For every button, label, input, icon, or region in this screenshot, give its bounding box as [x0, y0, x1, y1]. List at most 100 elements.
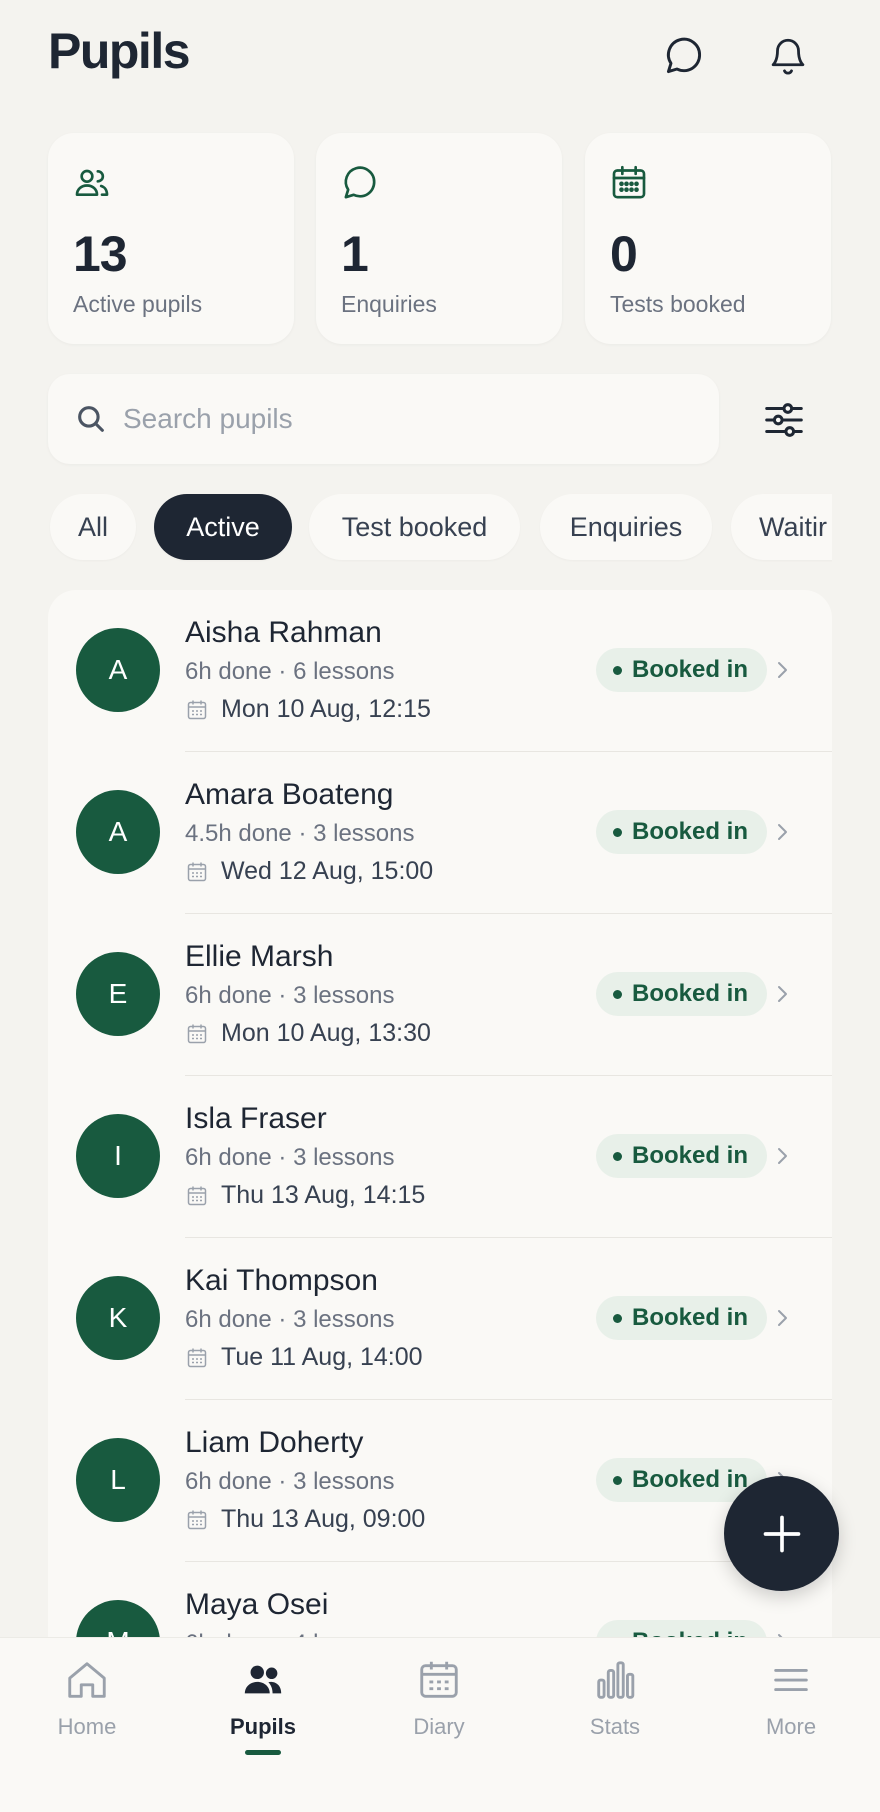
- pupil-progress: 6h done · 3 lessons: [185, 982, 395, 1009]
- nav-item-diary[interactable]: Diary: [369, 1656, 509, 1766]
- calendar-icon: [187, 862, 207, 881]
- chevron-right-icon: [778, 1310, 787, 1326]
- header: Pupils: [0, 0, 880, 120]
- next-lesson: Mon 10 Aug, 12:15: [185, 695, 431, 724]
- stat-value: 0: [610, 226, 638, 282]
- status-text: Booked in: [632, 656, 749, 683]
- status-badge: Booked in: [596, 810, 768, 854]
- status-badge: Booked in: [596, 1296, 768, 1340]
- status-dot: [613, 666, 622, 675]
- calendar-icon: [187, 700, 207, 719]
- avatar: A: [76, 790, 160, 874]
- next-lesson-time: Mon 10 Aug, 12:15: [221, 695, 431, 723]
- calendar-icon: [612, 165, 646, 199]
- people-icon: [75, 169, 109, 196]
- status-text: Booked in: [632, 1466, 749, 1493]
- status-badge: Booked in: [596, 972, 768, 1016]
- nav-item-pupils[interactable]: Pupils: [193, 1656, 333, 1766]
- chevron-right-icon: [778, 662, 787, 678]
- next-lesson-time: Mon 10 Aug, 13:30: [221, 1019, 431, 1047]
- nav-item-home[interactable]: Home: [17, 1656, 157, 1766]
- calendar-icon: [187, 1024, 207, 1043]
- messages-button[interactable]: [656, 28, 712, 84]
- notifications-button[interactable]: [760, 28, 816, 84]
- status-text: Booked in: [632, 1142, 749, 1169]
- search-icon: [78, 406, 104, 432]
- nav-label: Stats: [589, 1714, 641, 1739]
- pupil-name: Isla Fraser: [185, 1102, 327, 1135]
- next-lesson: Thu 13 Aug, 14:15: [185, 1181, 425, 1210]
- next-lesson-time: Thu 13 Aug, 14:15: [221, 1181, 426, 1209]
- next-lesson: Tue 11 Aug, 14:00: [185, 1343, 423, 1372]
- stat-label: Active pupils: [73, 291, 203, 317]
- pupil-name: Kai Thompson: [185, 1264, 378, 1297]
- calendar-icon: [187, 1348, 207, 1367]
- status-text: Booked in: [632, 1304, 749, 1331]
- bell-icon: [771, 38, 805, 75]
- status-badge: Booked in: [596, 648, 768, 692]
- stat-label: Tests booked: [610, 291, 746, 317]
- next-lesson-time: Tue 11 Aug, 14:00: [221, 1343, 423, 1371]
- pupil-progress: 6h done · 3 lessons: [185, 1144, 395, 1171]
- menu-icon: [767, 1656, 815, 1704]
- pupil-name: Ellie Marsh: [185, 940, 334, 973]
- next-lesson: Mon 10 Aug, 13:30: [185, 1019, 431, 1048]
- pupil-row[interactable]: L Liam Doherty 6h done · 3 lessons Thu 1…: [48, 1400, 832, 1562]
- pupil-name: Maya Osei: [185, 1588, 329, 1621]
- chevron-right-icon: [778, 1148, 787, 1164]
- chip-waiting[interactable]: Waitir: [731, 494, 832, 560]
- next-lesson: Thu 13 Aug, 09:00: [185, 1505, 425, 1534]
- nav-label: Pupils: [229, 1714, 296, 1739]
- stat-card-enquiries[interactable]: 1 Enquiries: [316, 133, 562, 344]
- search-input[interactable]: [123, 394, 683, 444]
- filter-chips: All Active Test booked Enquiries Waitir: [48, 492, 832, 562]
- pupil-list: A Aisha Rahman 6h done · 6 lessons Mon 1…: [48, 590, 832, 1640]
- pupil-row[interactable]: A Amara Boateng 4.5h done · 3 lessons We…: [48, 752, 832, 914]
- status-dot: [613, 1152, 622, 1161]
- filter-button[interactable]: [756, 392, 812, 448]
- chat-bubble-icon: [666, 37, 702, 74]
- page-title: Pupils: [48, 23, 191, 79]
- pupil-progress: 4.5h done · 3 lessons: [185, 820, 415, 847]
- chip-all[interactable]: All: [50, 494, 136, 560]
- pupils-screen: Pupils 13 Active pupils 1 Enquiries 0 Te…: [0, 0, 880, 1812]
- pupil-name: Aisha Rahman: [185, 616, 382, 649]
- avatar: M: [76, 1600, 160, 1640]
- nav-item-more[interactable]: More: [721, 1656, 861, 1766]
- status-dot: [613, 990, 622, 999]
- stat-value: 1: [341, 226, 369, 282]
- avatar: E: [76, 952, 160, 1036]
- pupil-row[interactable]: K Kai Thompson 6h done · 3 lessons Tue 1…: [48, 1238, 832, 1400]
- bottom-nav: Home Pupils Diary Stats More: [0, 1637, 880, 1812]
- pupil-progress: 6h done · 6 lessons: [185, 658, 395, 685]
- stat-value: 13: [73, 226, 128, 282]
- status-dot: [613, 1476, 622, 1485]
- next-lesson: Wed 12 Aug, 15:00: [185, 857, 433, 886]
- avatar: A: [76, 628, 160, 712]
- pupil-row[interactable]: M Maya Osei 6h done · 4 lessons Booked i…: [48, 1562, 832, 1640]
- add-pupil-button[interactable]: [724, 1476, 839, 1591]
- pupil-row[interactable]: I Isla Fraser 6h done · 3 lessons Thu 13…: [48, 1076, 832, 1238]
- nav-label: Diary: [413, 1714, 465, 1739]
- status-text: Booked in: [632, 980, 749, 1007]
- avatar: I: [76, 1114, 160, 1198]
- pupil-row[interactable]: A Aisha Rahman 6h done · 6 lessons Mon 1…: [48, 590, 832, 752]
- stat-card-active-pupils[interactable]: 13 Active pupils: [48, 133, 294, 344]
- pupil-row[interactable]: E Ellie Marsh 6h done · 3 lessons Mon 10…: [48, 914, 832, 1076]
- stats-icon: [591, 1656, 639, 1704]
- pupil-progress: 6h done · 3 lessons: [185, 1468, 395, 1495]
- diary-icon: [415, 1656, 463, 1704]
- chip-active[interactable]: Active: [154, 494, 292, 560]
- search-bar: [48, 374, 719, 464]
- next-lesson-time: Wed 12 Aug, 15:00: [221, 857, 434, 885]
- chip-enquiries[interactable]: Enquiries: [540, 494, 712, 560]
- pupil-name: Amara Boateng: [185, 778, 394, 811]
- nav-item-stats[interactable]: Stats: [545, 1656, 685, 1766]
- chevron-right-icon: [778, 986, 787, 1002]
- next-lesson-time: Thu 13 Aug, 09:00: [221, 1505, 426, 1533]
- stat-card-tests-booked[interactable]: 0 Tests booked: [585, 133, 831, 344]
- plus-icon: [763, 1515, 800, 1552]
- status-badge: Booked in: [596, 1134, 768, 1178]
- chip-test-booked[interactable]: Test booked: [309, 494, 520, 560]
- home-icon: [63, 1656, 111, 1704]
